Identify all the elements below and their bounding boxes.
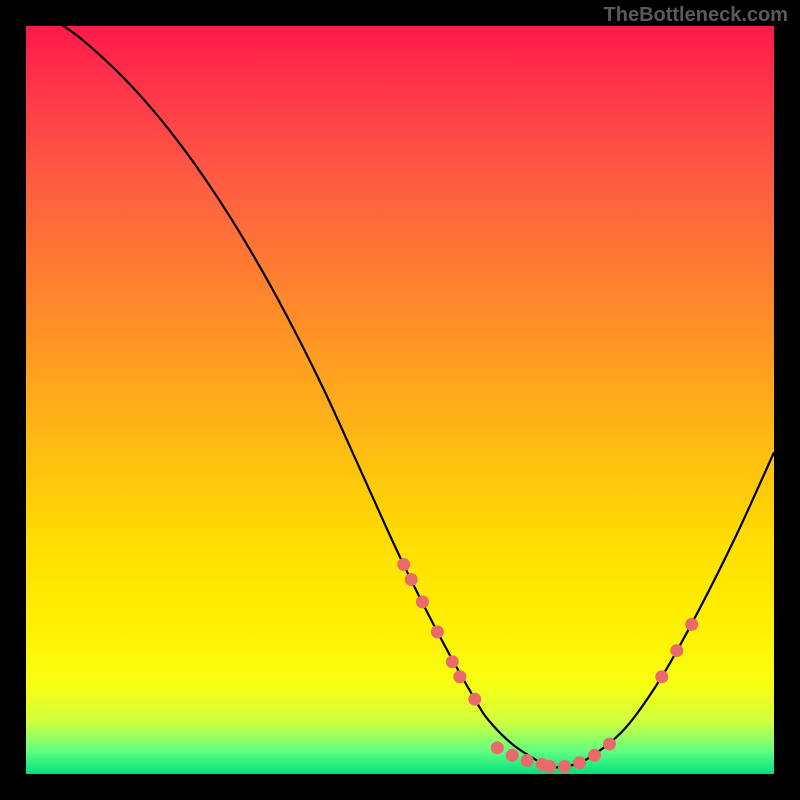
curve-marker xyxy=(558,760,571,773)
curve-marker xyxy=(446,655,459,668)
curve-marker xyxy=(603,738,616,751)
curve-markers xyxy=(397,558,698,773)
chart-plot-area xyxy=(26,26,774,774)
curve-marker xyxy=(405,573,418,586)
curve-marker xyxy=(453,670,466,683)
curve-marker xyxy=(670,644,683,657)
bottleneck-curve-line xyxy=(26,26,774,767)
curve-marker xyxy=(588,749,601,762)
curve-marker xyxy=(397,558,410,571)
curve-marker xyxy=(685,618,698,631)
curve-marker xyxy=(543,760,556,773)
curve-marker xyxy=(416,595,429,608)
curve-marker xyxy=(655,670,668,683)
watermark-text: TheBottleneck.com xyxy=(604,4,788,27)
curve-marker xyxy=(573,756,586,769)
chart-svg xyxy=(26,26,774,774)
curve-marker xyxy=(521,754,534,767)
curve-marker xyxy=(431,625,444,638)
curve-marker xyxy=(506,749,519,762)
curve-marker xyxy=(491,741,504,754)
curve-marker xyxy=(468,693,481,706)
